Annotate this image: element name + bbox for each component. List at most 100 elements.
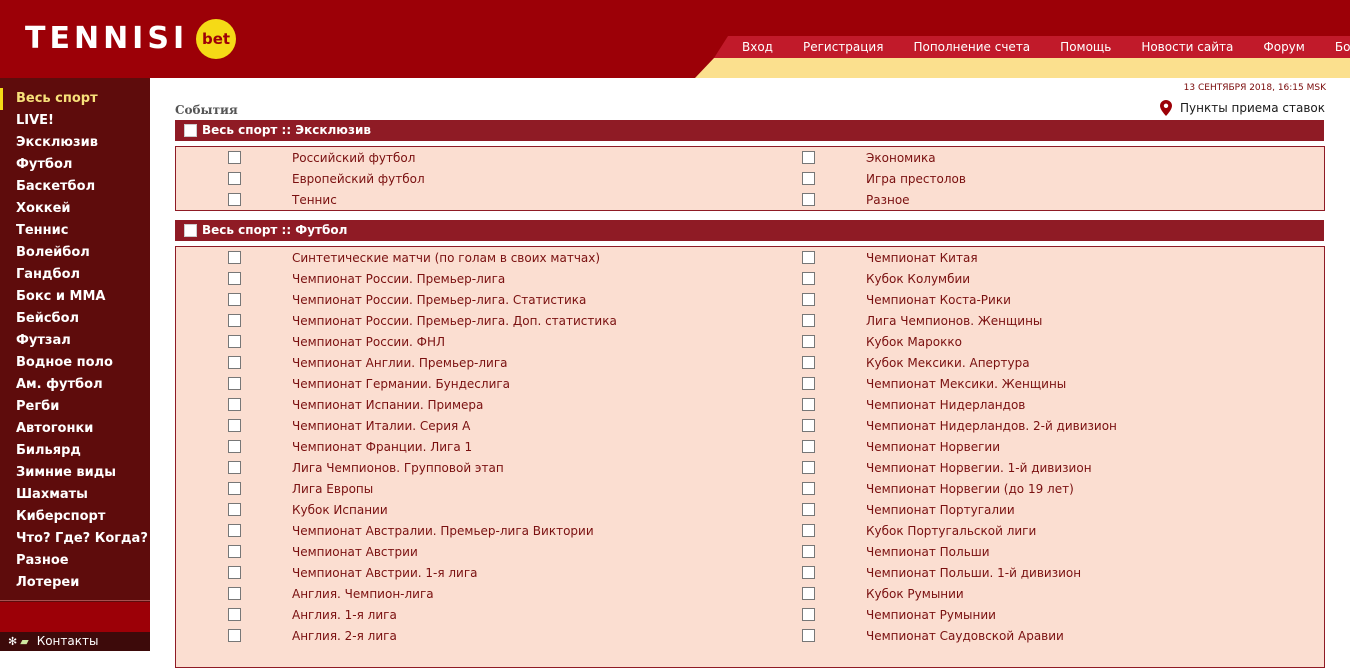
sidebar-item[interactable]: Футзал (0, 330, 150, 352)
sidebar-item[interactable]: Зимние виды (0, 462, 150, 484)
nav-item[interactable]: Вход (728, 36, 788, 58)
event-label[interactable]: Чемпионат Испании. Примера (292, 395, 483, 416)
event-label[interactable]: Чемпионат Польши. 1-й дивизион (866, 563, 1081, 584)
event-checkbox[interactable] (228, 545, 241, 558)
event-checkbox[interactable] (802, 272, 815, 285)
event-label[interactable]: Лига Чемпионов. Женщины (866, 311, 1042, 332)
event-checkbox[interactable] (228, 251, 241, 264)
sidebar-item[interactable]: Разное (0, 550, 150, 572)
event-checkbox[interactable] (228, 440, 241, 453)
event-label[interactable]: Англия. 2-я лига (292, 626, 397, 647)
event-checkbox[interactable] (802, 419, 815, 432)
event-checkbox[interactable] (802, 545, 815, 558)
event-checkbox[interactable] (228, 293, 241, 306)
event-checkbox[interactable] (802, 335, 815, 348)
event-label[interactable]: Чемпионат Румынии (866, 605, 996, 626)
event-label[interactable]: Чемпионат России. Премьер-лига. Доп. ста… (292, 311, 617, 332)
event-checkbox[interactable] (228, 566, 241, 579)
sidebar-item[interactable]: Хоккей (0, 198, 150, 220)
event-label[interactable]: Лига Европы (292, 479, 373, 500)
sidebar-item[interactable]: Баскетбол (0, 176, 150, 198)
sidebar-item[interactable]: Киберспорт (0, 506, 150, 528)
event-label[interactable]: Чемпионат России. Премьер-лига. Статисти… (292, 290, 586, 311)
event-checkbox[interactable] (228, 356, 241, 369)
event-checkbox[interactable] (802, 503, 815, 516)
event-checkbox[interactable] (802, 461, 815, 474)
event-checkbox[interactable] (228, 398, 241, 411)
sidebar-item[interactable]: Гандбол (0, 264, 150, 286)
sidebar-item[interactable]: LIVE! (0, 110, 150, 132)
event-label[interactable]: Игра престолов (866, 169, 966, 190)
event-checkbox[interactable] (802, 482, 815, 495)
event-checkbox[interactable] (802, 524, 815, 537)
event-checkbox[interactable] (228, 193, 241, 206)
event-checkbox[interactable] (802, 587, 815, 600)
event-checkbox[interactable] (228, 377, 241, 390)
event-checkbox[interactable] (802, 608, 815, 621)
event-label[interactable]: Чемпионат Норвегии. 1-й дивизион (866, 458, 1092, 479)
nav-item[interactable]: Регистрация (788, 36, 898, 58)
event-label[interactable]: Чемпионат Китая (866, 248, 978, 269)
event-checkbox[interactable] (802, 377, 815, 390)
logo[interactable]: TENNISI (25, 22, 188, 56)
event-checkbox[interactable] (802, 314, 815, 327)
event-label[interactable]: Чемпионат Португалии (866, 500, 1015, 521)
event-label[interactable]: Лига Чемпионов. Групповой этап (292, 458, 504, 479)
event-checkbox[interactable] (802, 629, 815, 642)
event-checkbox[interactable] (228, 172, 241, 185)
event-checkbox[interactable] (802, 293, 815, 306)
logo-bet-badge[interactable]: bet (196, 19, 236, 59)
sidebar-item[interactable]: Волейбол (0, 242, 150, 264)
event-label[interactable]: Чемпионат Норвегии (866, 437, 1000, 458)
event-label[interactable]: Англия. Чемпион-лига (292, 584, 434, 605)
event-checkbox[interactable] (228, 272, 241, 285)
event-checkbox[interactable] (228, 314, 241, 327)
event-checkbox[interactable] (228, 419, 241, 432)
sidebar-item[interactable]: Бейсбол (0, 308, 150, 330)
event-label[interactable]: Чемпионат Австрии (292, 542, 418, 563)
event-label[interactable]: Европейский футбол (292, 169, 425, 190)
sidebar-item[interactable]: Эксклюзив (0, 132, 150, 154)
event-checkbox[interactable] (802, 151, 815, 164)
event-label[interactable]: Чемпионат Саудовской Аравии (866, 626, 1064, 647)
event-checkbox[interactable] (228, 608, 241, 621)
sidebar-item[interactable]: Теннис (0, 220, 150, 242)
betting-points-link[interactable]: Пункты приема ставок (1160, 100, 1325, 116)
event-label[interactable]: Чемпионат Мексики. Женщины (866, 374, 1066, 395)
nav-item[interactable]: Помощь (1045, 36, 1126, 58)
event-checkbox[interactable] (228, 461, 241, 474)
section-checkbox[interactable] (184, 124, 197, 137)
contacts-link[interactable]: ✻ ▰ Контакты (0, 632, 150, 651)
event-label[interactable]: Чемпионат Нидерландов (866, 395, 1025, 416)
sidebar-item[interactable]: Футбол (0, 154, 150, 176)
event-label[interactable]: Чемпионат Франции. Лига 1 (292, 437, 472, 458)
event-label[interactable]: Российский футбол (292, 148, 415, 169)
event-label[interactable]: Чемпионат России. ФНЛ (292, 332, 445, 353)
event-label[interactable]: Кубок Испании (292, 500, 388, 521)
event-label[interactable]: Кубок Колумбии (866, 269, 970, 290)
event-label[interactable]: Экономика (866, 148, 936, 169)
nav-item[interactable]: Новости сайта (1126, 36, 1248, 58)
event-label[interactable]: Чемпионат Англии. Премьер-лига (292, 353, 508, 374)
sidebar-item[interactable]: Лотереи (0, 572, 150, 594)
event-label[interactable]: Кубок Марокко (866, 332, 962, 353)
sidebar-item[interactable]: Шахматы (0, 484, 150, 506)
event-label[interactable]: Чемпионат Норвегии (до 19 лет) (866, 479, 1074, 500)
section-checkbox[interactable] (184, 224, 197, 237)
event-checkbox[interactable] (228, 503, 241, 516)
event-checkbox[interactable] (228, 524, 241, 537)
event-label[interactable]: Чемпионат Нидерландов. 2-й дивизион (866, 416, 1117, 437)
event-label[interactable]: Синтетические матчи (по голам в своих ма… (292, 248, 600, 269)
sidebar-item[interactable]: Водное поло (0, 352, 150, 374)
event-label[interactable]: Англия. 1-я лига (292, 605, 397, 626)
event-label[interactable]: Теннис (292, 190, 337, 211)
sidebar-item[interactable]: Регби (0, 396, 150, 418)
sidebar-item[interactable]: Весь спорт (0, 88, 150, 110)
sidebar-item[interactable]: Ам. футбол (0, 374, 150, 396)
event-checkbox[interactable] (802, 398, 815, 411)
event-label[interactable]: Разное (866, 190, 910, 211)
event-checkbox[interactable] (802, 193, 815, 206)
nav-item[interactable]: Форум (1248, 36, 1319, 58)
event-label[interactable]: Чемпионат Польши (866, 542, 990, 563)
event-label[interactable]: Чемпионат Австралии. Премьер-лига Виктор… (292, 521, 594, 542)
